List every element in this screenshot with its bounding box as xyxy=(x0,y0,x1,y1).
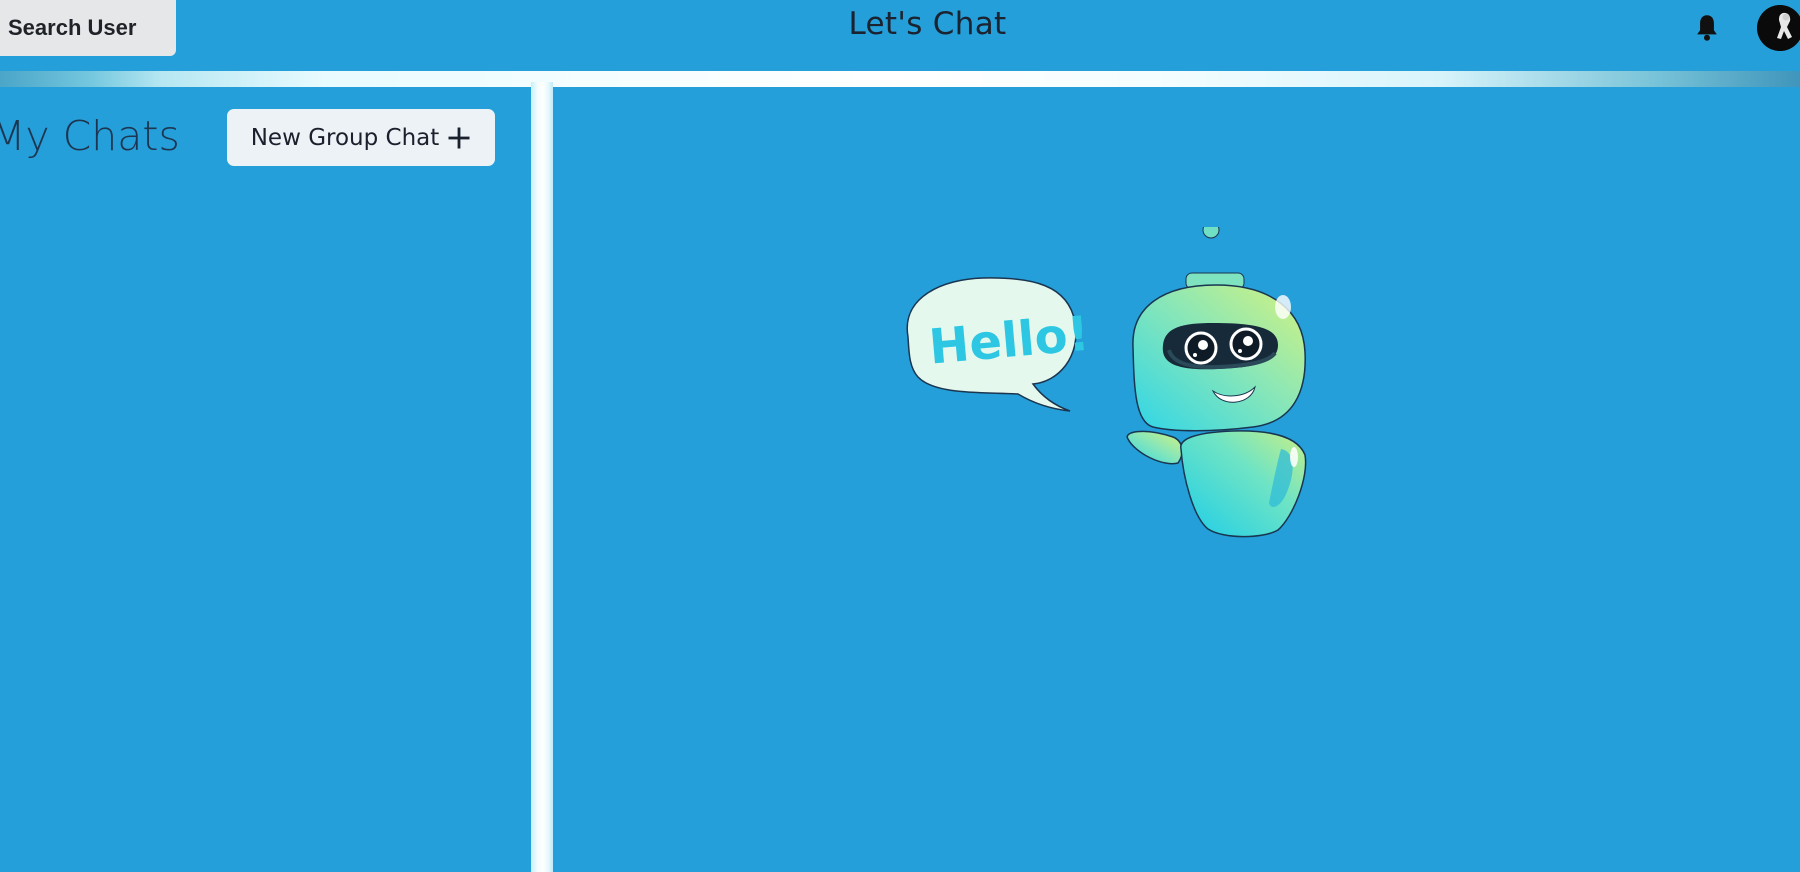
user-avatar[interactable] xyxy=(1757,5,1800,51)
chat-area: Hello! xyxy=(553,87,1800,872)
my-chats-panel: My Chats New Group Chat xyxy=(0,87,531,872)
new-group-chat-label: New Group Chat xyxy=(250,124,440,151)
robot-arm xyxy=(1126,430,1183,465)
bell-icon[interactable] xyxy=(1693,13,1721,43)
hello-robot-illustration: Hello! xyxy=(906,227,1307,538)
panel-divider xyxy=(531,82,553,872)
app-title: Let's Chat xyxy=(848,6,1007,42)
my-chats-title: My Chats xyxy=(0,112,180,160)
antenna-ball xyxy=(1202,227,1220,239)
new-group-chat-button[interactable]: New Group Chat xyxy=(227,109,495,166)
decorative-band xyxy=(0,71,1800,87)
top-bar: Search User Let's Chat xyxy=(0,0,1800,71)
app-root: Search User Let's Chat My Chats New Grou… xyxy=(0,0,1800,872)
avatar-image xyxy=(1757,5,1800,51)
plus-icon xyxy=(448,127,470,148)
